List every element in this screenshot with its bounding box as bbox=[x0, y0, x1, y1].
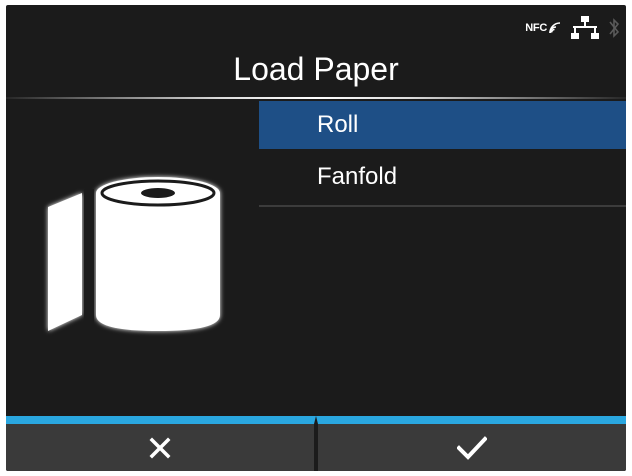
close-icon bbox=[149, 437, 171, 458]
menu-item-label: Roll bbox=[317, 111, 359, 138]
network-icon bbox=[571, 16, 599, 39]
paper-type-menu: Roll Fanfold bbox=[259, 101, 626, 207]
paper-roll-icon bbox=[38, 165, 228, 360]
menu-divider bbox=[259, 205, 626, 207]
nfc-indicator: NFC bbox=[525, 21, 562, 35]
status-bar: NFC bbox=[525, 11, 620, 45]
printer-display: NFC Load Paper Roll Fanfold bbox=[6, 5, 626, 471]
nfc-icon bbox=[549, 22, 561, 34]
bluetooth-icon bbox=[609, 18, 620, 38]
menu-item-roll[interactable]: Roll bbox=[259, 101, 626, 149]
softkey-bar bbox=[6, 416, 626, 471]
checkmark-icon bbox=[457, 435, 487, 460]
menu-item-fanfold[interactable]: Fanfold bbox=[259, 153, 626, 207]
nfc-label: NFC bbox=[525, 22, 547, 34]
menu-item-label: Fanfold bbox=[317, 163, 398, 190]
cancel-button[interactable] bbox=[6, 416, 316, 471]
screen-title: Load Paper bbox=[233, 51, 399, 87]
confirm-button[interactable] bbox=[316, 416, 626, 471]
title-divider bbox=[6, 97, 626, 99]
